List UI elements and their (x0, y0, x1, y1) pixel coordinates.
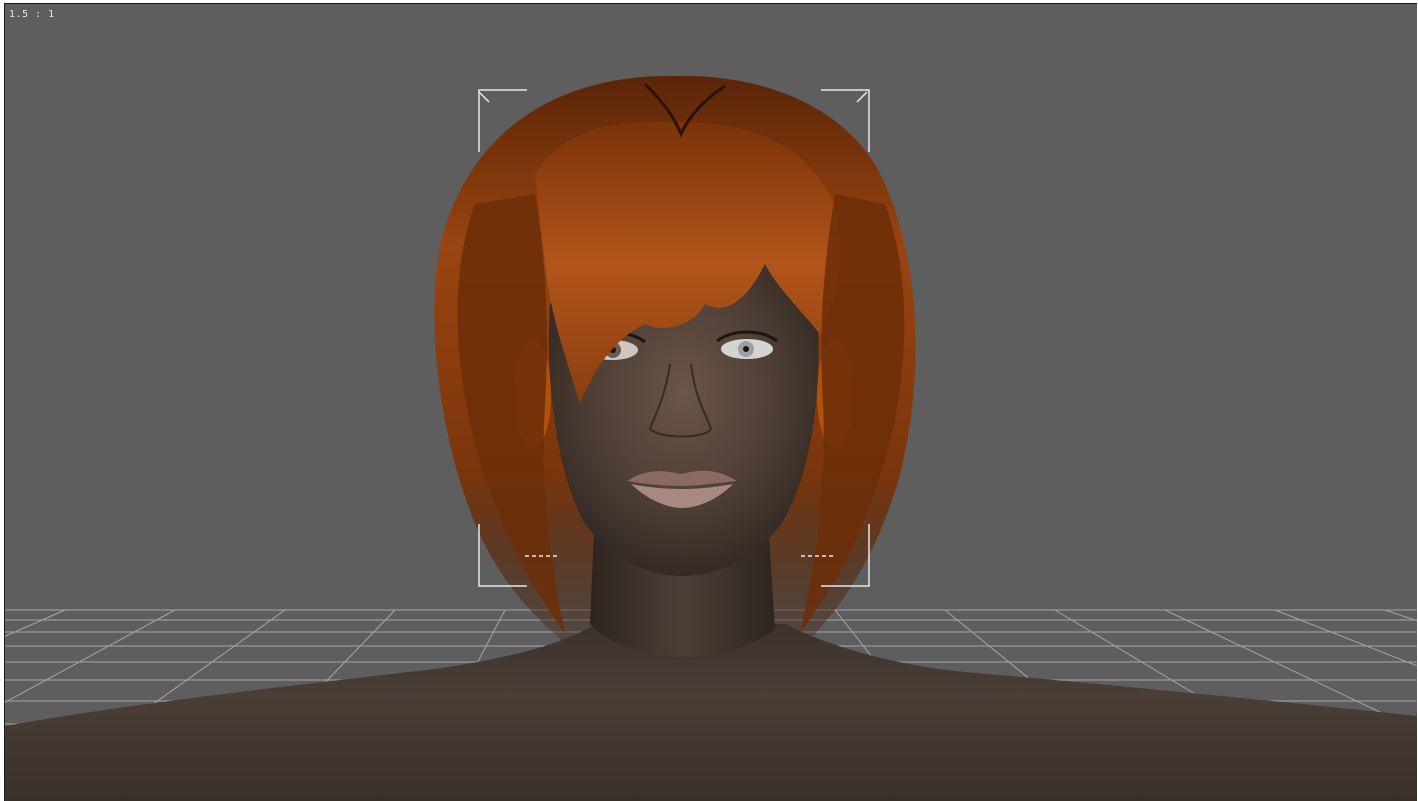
aspect-ratio-label: 1.5 : 1 (9, 9, 55, 20)
3d-viewport[interactable]: 1.5 : 1 (4, 3, 1417, 801)
scene-render[interactable] (5, 4, 1417, 801)
